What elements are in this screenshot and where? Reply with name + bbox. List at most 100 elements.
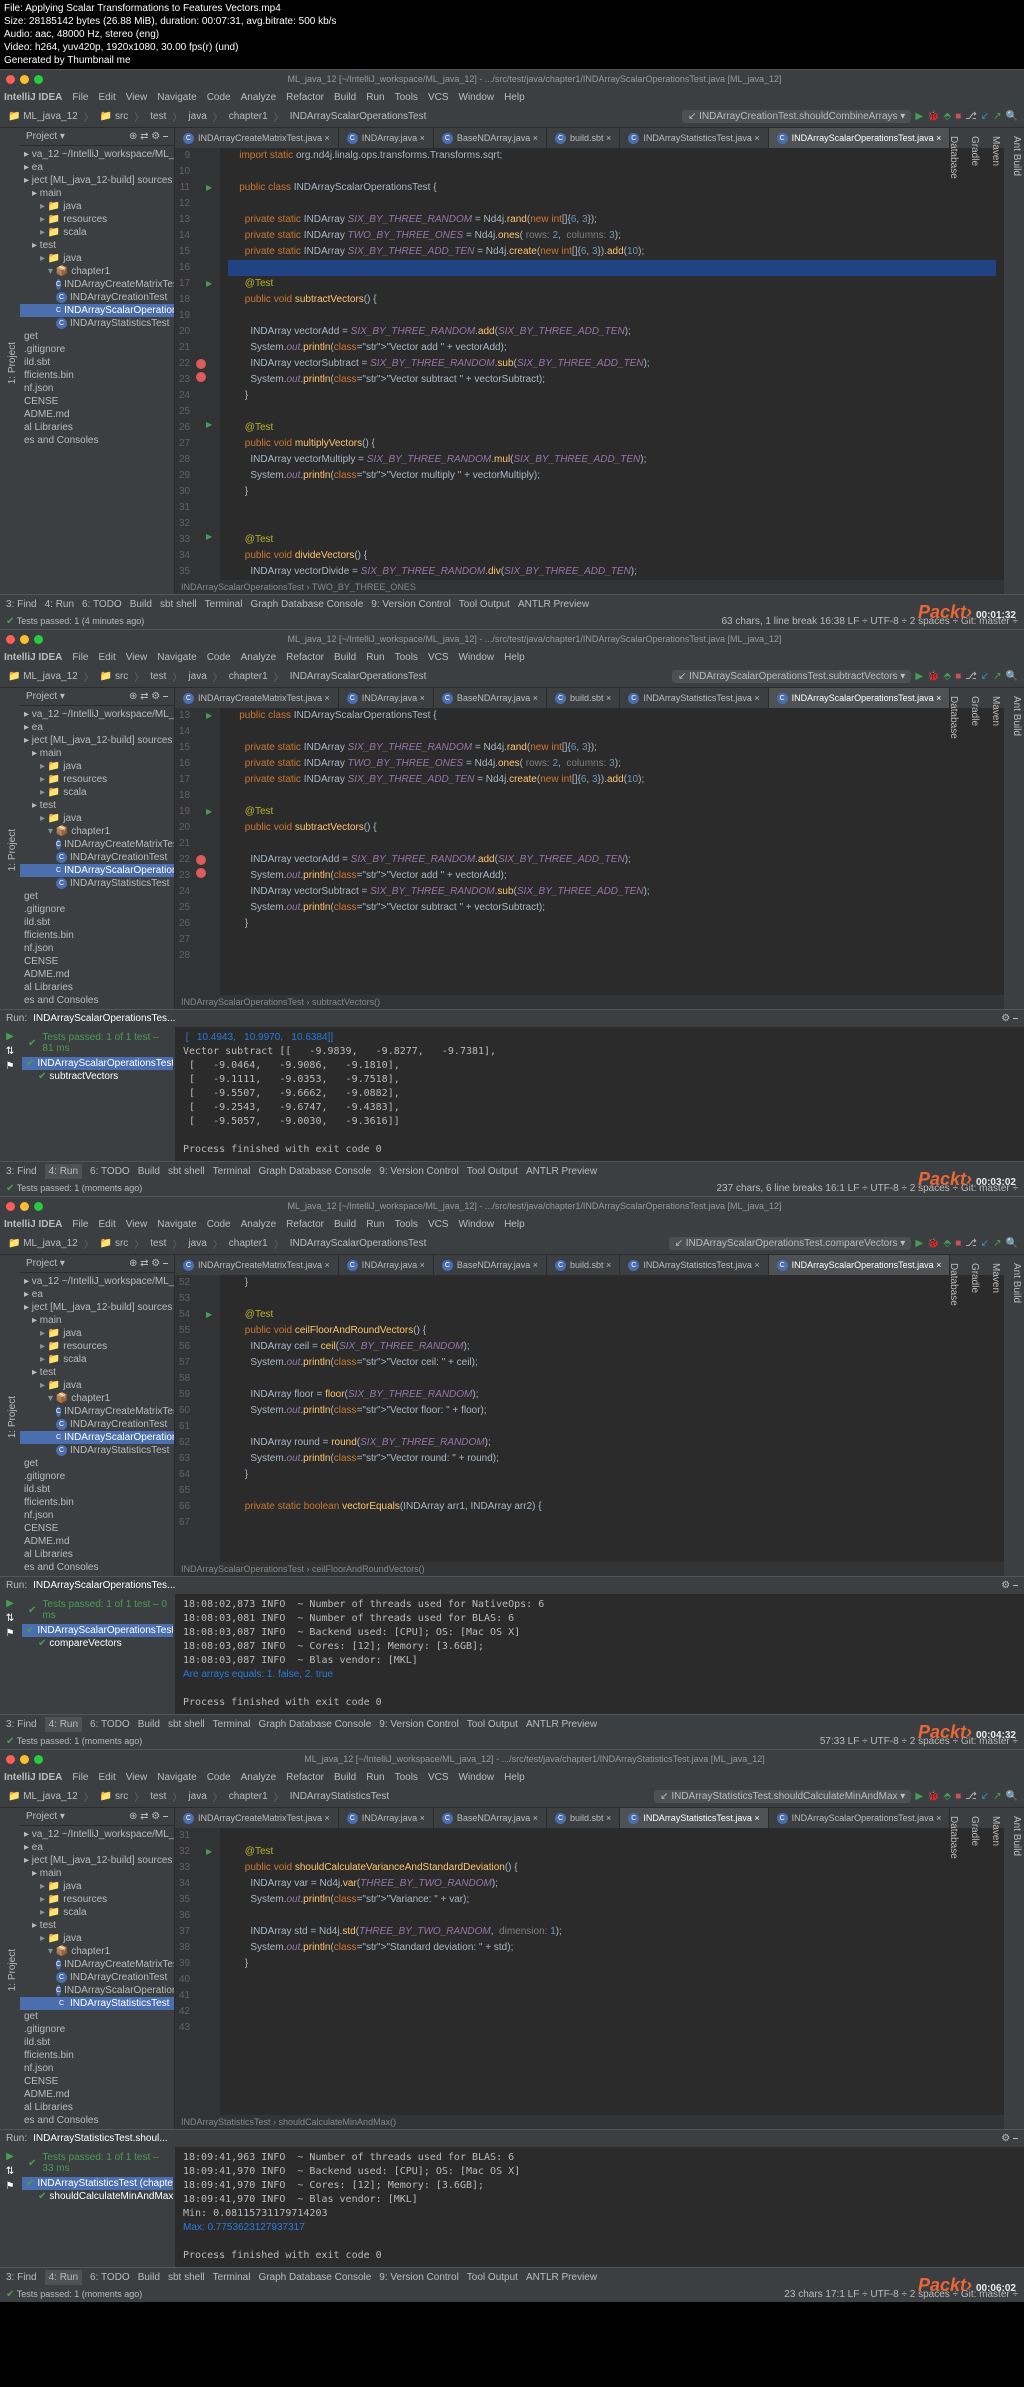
- bottom-tool[interactable]: Terminal: [213, 1166, 251, 1177]
- breadcrumb-item[interactable]: 📁 src: [98, 671, 131, 682]
- tree-item[interactable]: ▸ 📁 java: [20, 1880, 174, 1893]
- tree-item[interactable]: es and Consoles: [20, 994, 174, 1007]
- tree-item[interactable]: get: [20, 1457, 174, 1470]
- bottom-tool[interactable]: Tool Output: [467, 1166, 518, 1177]
- menu-view[interactable]: View: [126, 92, 148, 103]
- stop-button[interactable]: ■: [955, 1791, 961, 1802]
- tree-item[interactable]: ▸ ject [ML_java_12-build] sources root: [20, 1301, 174, 1314]
- editor-tab[interactable]: CBaseNDArray.java ×: [434, 128, 547, 148]
- menu-tools[interactable]: Tools: [395, 92, 418, 103]
- tree-item[interactable]: nf.json: [20, 1509, 174, 1522]
- editor-tab[interactable]: CBaseNDArray.java ×: [434, 688, 547, 708]
- right-tab[interactable]: Database: [946, 132, 961, 594]
- minimize-icon[interactable]: [20, 1755, 29, 1764]
- tree-item[interactable]: C INDArrayStatisticsTest: [20, 1997, 174, 2010]
- bottom-tool[interactable]: Tool Output: [467, 2272, 518, 2283]
- tree-item[interactable]: ▸ 📁 java: [20, 1932, 174, 1945]
- coverage-button[interactable]: ⬘: [943, 671, 951, 682]
- maximize-icon[interactable]: [34, 75, 43, 84]
- menu-navigate[interactable]: Navigate: [157, 1772, 196, 1783]
- right-tab[interactable]: Database: [946, 692, 961, 1009]
- sort-icon[interactable]: ⇅: [6, 1046, 14, 1057]
- menu-view[interactable]: View: [126, 652, 148, 663]
- tree-item[interactable]: al Libraries: [20, 421, 174, 434]
- tree-item[interactable]: fficients.bin: [20, 929, 174, 942]
- bottom-tab[interactable]: 3: Find: [6, 1166, 37, 1177]
- test-tree-item[interactable]: ✔ INDArrayStatisticsTest (chapter1) 33 m…: [22, 2177, 173, 2190]
- bottom-tool[interactable]: sbt shell: [160, 599, 197, 610]
- editor-content[interactable]: 31323334353637383940414243 ▶ @Test publi…: [175, 1828, 1004, 2115]
- breadcrumb-item[interactable]: 📁 ML_java_12: [6, 111, 80, 122]
- bottom-tool[interactable]: Tool Output: [467, 1719, 518, 1730]
- tree-item[interactable]: ▸ ject [ML_java_12-build] sources root: [20, 174, 174, 187]
- tree-item[interactable]: ▸ 📁 resources: [20, 1893, 174, 1906]
- tree-item[interactable]: ▾ 📦 chapter1: [20, 1945, 174, 1958]
- project-panel-header[interactable]: Project ▾⊕ ⇄ ⚙ ⎯: [20, 1808, 174, 1826]
- run-button[interactable]: ▶: [915, 1791, 923, 1802]
- maximize-icon[interactable]: [34, 635, 43, 644]
- editor-tab[interactable]: Cbuild.sbt ×: [547, 128, 620, 148]
- menu-edit[interactable]: Edit: [98, 652, 115, 663]
- bottom-tool[interactable]: Graph Database Console: [258, 2272, 371, 2283]
- menu-edit[interactable]: Edit: [98, 1772, 115, 1783]
- menu-build[interactable]: Build: [334, 1219, 356, 1230]
- git-pull-icon[interactable]: ↙: [981, 1238, 989, 1249]
- breadcrumb-item[interactable]: test: [148, 111, 168, 122]
- tree-item[interactable]: C INDArrayCreationTest: [20, 1418, 174, 1431]
- left-tab[interactable]: 1: Project: [5, 338, 20, 388]
- menu-refactor[interactable]: Refactor: [286, 1219, 324, 1230]
- tree-item[interactable]: ▸ 📁 scala: [20, 1353, 174, 1366]
- coverage-button[interactable]: ⬘: [943, 1791, 951, 1802]
- breadcrumb-item[interactable]: 📁 src: [98, 111, 131, 122]
- breadcrumb-item[interactable]: java: [186, 111, 208, 122]
- git-pull-icon[interactable]: ↙: [981, 1791, 989, 1802]
- minimize-icon[interactable]: [20, 1202, 29, 1211]
- editor-breadcrumb[interactable]: INDArrayScalarOperationsTest › subtractV…: [175, 995, 1004, 1009]
- tree-item[interactable]: nf.json: [20, 942, 174, 955]
- right-tab[interactable]: Database: [946, 1259, 961, 1576]
- tree-item[interactable]: C INDArrayCreateMatrixTest: [20, 1405, 174, 1418]
- menu-vcs[interactable]: VCS: [428, 652, 449, 663]
- run-config-dropdown[interactable]: ↙ INDArrayStatisticsTest.shouldCalculate…: [654, 1790, 911, 1803]
- menu-view[interactable]: View: [126, 1772, 148, 1783]
- menu-run[interactable]: Run: [366, 652, 384, 663]
- close-icon[interactable]: [6, 635, 15, 644]
- menu-help[interactable]: Help: [504, 1219, 525, 1230]
- bottom-tab[interactable]: 4: Run: [45, 1717, 82, 1732]
- left-tab[interactable]: 1: Project: [5, 1392, 20, 1442]
- menu-code[interactable]: Code: [207, 1219, 231, 1230]
- run-gutter-icon[interactable]: ▶: [206, 1310, 212, 1319]
- tree-item[interactable]: fficients.bin: [20, 2049, 174, 2062]
- bottom-tab[interactable]: Build: [130, 599, 152, 610]
- tree-item[interactable]: ild.sbt: [20, 2036, 174, 2049]
- editor-content[interactable]: 52535455565758596061626364656667 ▶ } @Te…: [175, 1275, 1004, 1562]
- tree-item[interactable]: ADME.md: [20, 968, 174, 981]
- tree-item[interactable]: C INDArrayStatisticsTest: [20, 1444, 174, 1457]
- menu-intellij idea[interactable]: IntelliJ IDEA: [4, 92, 62, 103]
- search-icon[interactable]: 🔍: [1006, 111, 1018, 122]
- editor-tab[interactable]: CINDArrayStatisticsTest.java ×: [620, 1808, 768, 1828]
- filter-icon[interactable]: ⚑: [6, 2181, 15, 2192]
- test-tree-item[interactable]: ✔ shouldCalculateMinAndMax: [22, 2190, 173, 2203]
- right-tab[interactable]: Gradle: [967, 1812, 982, 2129]
- menu-edit[interactable]: Edit: [98, 1219, 115, 1230]
- tree-item[interactable]: .gitignore: [20, 343, 174, 356]
- right-tab[interactable]: Maven: [988, 692, 1003, 1009]
- bottom-tool[interactable]: Terminal: [205, 599, 243, 610]
- debug-button[interactable]: 🐞: [927, 671, 939, 682]
- editor-tab[interactable]: CINDArrayScalarOperationsTest.java ×: [769, 688, 951, 708]
- rerun-icon[interactable]: ▶: [6, 1031, 14, 1042]
- tree-item[interactable]: CENSE: [20, 395, 174, 408]
- run-config-dropdown[interactable]: ↙ INDArrayScalarOperationsTest.subtractV…: [672, 670, 911, 683]
- menu-intellij idea[interactable]: IntelliJ IDEA: [4, 1772, 62, 1783]
- tree-item[interactable]: ▸ ea: [20, 721, 174, 734]
- stop-button[interactable]: ■: [955, 1238, 961, 1249]
- breadcrumb-item[interactable]: chapter1: [227, 1238, 270, 1249]
- tree-item[interactable]: nf.json: [20, 382, 174, 395]
- tree-item[interactable]: ▸ 📁 java: [20, 812, 174, 825]
- bottom-tab[interactable]: Build: [138, 2272, 160, 2283]
- right-tab[interactable]: Database: [946, 1812, 961, 2129]
- editor-tab[interactable]: CINDArrayScalarOperationsTest.java ×: [769, 1808, 951, 1828]
- test-tree-item[interactable]: ✔ subtractVectors: [22, 1070, 173, 1083]
- breadcrumb-item[interactable]: INDArrayScalarOperationsTest: [288, 111, 429, 122]
